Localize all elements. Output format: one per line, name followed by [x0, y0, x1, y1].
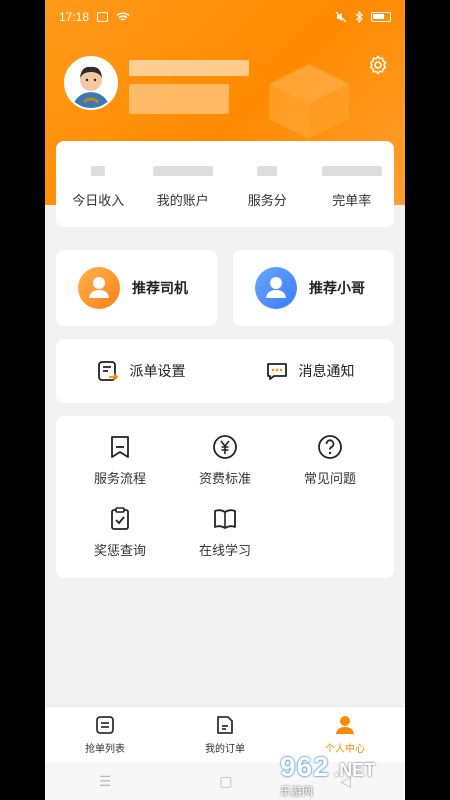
tab-label: 我的订单: [205, 744, 245, 755]
dispatch-settings-label: 派单设置: [129, 363, 186, 379]
fee-standard-button[interactable]: 资费标准: [180, 434, 270, 487]
status-bar: 17:18: [45, 0, 405, 34]
stat-label: 我的账户: [156, 193, 209, 208]
decorative-boxes-icon: [269, 64, 349, 139]
status-time: 17:18: [59, 10, 90, 24]
wifi-icon: [116, 12, 130, 21]
watermark-logo: 962: [280, 751, 330, 782]
service-label: 服务流程: [93, 471, 146, 486]
recommend-driver-button[interactable]: 推荐司机: [56, 250, 217, 326]
stat-value-redacted: [91, 166, 106, 176]
service-label: 在线学习: [198, 543, 251, 558]
list-icon: [96, 716, 114, 734]
stat-value-redacted: [152, 166, 213, 176]
driver-icon: [78, 267, 120, 309]
tab-grab-orders[interactable]: 抢单列表: [60, 714, 150, 755]
stat-label: 今日收入: [72, 193, 125, 208]
bookmark-icon: [111, 436, 129, 458]
recommend-driver-label: 推荐司机: [132, 280, 188, 296]
clipboard-check-icon: [111, 507, 129, 530]
battery-icon: [371, 12, 391, 22]
stat-value-redacted: [257, 166, 278, 176]
stat-value-redacted: [321, 166, 382, 176]
message-icon: [266, 363, 287, 380]
service-process-button[interactable]: 服务流程: [75, 434, 165, 487]
online-learning-button[interactable]: 在线学习: [180, 506, 270, 559]
user-info-redacted: [129, 84, 229, 114]
watermark-sub: 乐游网: [280, 786, 313, 798]
user-name-redacted: [129, 60, 249, 76]
recommend-courier-label: 推荐小哥: [309, 280, 365, 296]
dispatch-settings-icon: [97, 361, 118, 381]
services-grid: 服务流程 资费标准 常见问题 奖惩查询 在线学习: [56, 416, 394, 578]
tab-personal-center[interactable]: 个人中心: [300, 714, 390, 755]
reward-penalty-button[interactable]: 奖惩查询: [75, 506, 165, 559]
stat-service-score[interactable]: 服务分: [227, 166, 307, 209]
stat-my-account[interactable]: 我的账户: [143, 166, 223, 209]
watermark-suffix: .NET: [334, 760, 376, 780]
app-screen: 17:18 今日收入 我的账户 服务分 完单率 推荐司机 推荐小哥 派单设置 消…: [45, 0, 405, 800]
stats-card: 今日收入 我的账户 服务分 完单率: [56, 141, 394, 227]
service-label: 奖惩查询: [93, 543, 146, 558]
recommend-courier-button[interactable]: 推荐小哥: [233, 250, 394, 326]
order-icon: [217, 716, 233, 734]
stat-today-income[interactable]: 今日收入: [58, 166, 138, 209]
bluetooth-icon: [355, 11, 363, 23]
tab-label: 抢单列表: [85, 744, 125, 755]
message-notification-label: 消息通知: [298, 363, 355, 379]
menu-icon[interactable]: ☰: [99, 773, 112, 790]
stat-completion-rate[interactable]: 完单率: [312, 166, 392, 209]
message-notification-button[interactable]: 消息通知: [265, 359, 355, 383]
service-label: 资费标准: [198, 471, 251, 486]
quick-actions: 派单设置 消息通知: [56, 339, 394, 403]
question-icon: [318, 435, 342, 459]
gear-icon[interactable]: [367, 54, 389, 76]
courier-icon: [255, 267, 297, 309]
service-label: 常见问题: [303, 471, 356, 486]
notification-icon: [97, 12, 109, 22]
mute-icon: [335, 11, 347, 23]
dispatch-settings-button[interactable]: 派单设置: [96, 359, 186, 383]
yen-icon: [213, 435, 237, 459]
book-icon: [214, 509, 236, 529]
stat-label: 完单率: [332, 193, 372, 208]
home-icon[interactable]: ▢: [219, 773, 232, 790]
stat-label: 服务分: [247, 193, 287, 208]
person-icon: [336, 716, 354, 734]
tab-my-orders[interactable]: 我的订单: [180, 714, 270, 755]
faq-button[interactable]: 常见问题: [285, 434, 375, 487]
avatar[interactable]: [64, 56, 118, 110]
watermark: 962 .NET 乐游网: [280, 750, 405, 800]
